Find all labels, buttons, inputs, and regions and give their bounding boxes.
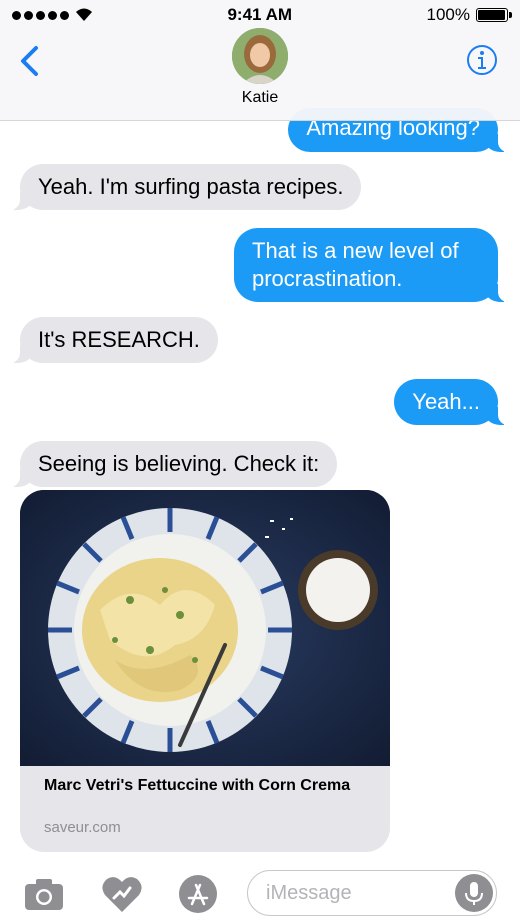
microphone-icon: [465, 882, 483, 905]
digital-touch-icon: [102, 877, 142, 912]
microphone-button[interactable]: [455, 874, 493, 912]
message-text: It's RESEARCH.: [38, 327, 200, 352]
message-bubble-incoming[interactable]: Yeah. I'm surfing pasta recipes.: [9, 164, 362, 210]
message-bubble-incoming[interactable]: Seeing is believing. Check it:: [9, 441, 338, 487]
message-bubble-outgoing[interactable]: That is a new level of procrastination.: [234, 228, 508, 302]
battery-percentage: 100%: [426, 5, 470, 24]
link-preview-domain: saveur.com: [44, 819, 121, 836]
status-bar: 9:41 AM 100%: [0, 0, 520, 30]
app-store-button[interactable]: [176, 874, 220, 914]
chevron-left-icon: [21, 46, 38, 76]
message-bubble-incoming[interactable]: It's RESEARCH.: [10, 317, 218, 363]
info-icon: [467, 45, 497, 75]
battery-icon: [475, 8, 512, 22]
message-text: Yeah...: [412, 389, 480, 414]
link-preview-title: Marc Vetri's Fettuccine with Corn Crema: [44, 777, 351, 794]
contact-avatar[interactable]: [232, 28, 288, 84]
message-bubble-outgoing[interactable]: Yeah...: [394, 379, 508, 425]
camera-button[interactable]: [22, 874, 66, 914]
info-button[interactable]: [466, 44, 498, 76]
back-button[interactable]: [16, 44, 46, 78]
message-thread: Amazing looking? Yeah. I'm surfing pasta…: [0, 0, 520, 924]
link-preview-card[interactable]: Marc Vetri's Fettuccine with Corn Crema …: [20, 490, 390, 852]
link-preview-image: [20, 490, 390, 766]
message-text: Seeing is believing. Check it:: [38, 451, 320, 476]
camera-icon: [25, 879, 63, 910]
contact-name[interactable]: Katie: [0, 89, 520, 107]
message-text: That is a new level of procrastination.: [252, 238, 459, 291]
message-text: Yeah. I'm surfing pasta recipes.: [38, 174, 344, 199]
message-input-bar: [0, 860, 520, 924]
signal-strength-icon: [12, 10, 69, 20]
status-time: 9:41 AM: [227, 5, 293, 24]
digital-touch-button[interactable]: [100, 874, 144, 914]
wifi-icon: [76, 8, 92, 21]
battery-level: [477, 10, 505, 20]
app-store-icon: [179, 875, 217, 913]
